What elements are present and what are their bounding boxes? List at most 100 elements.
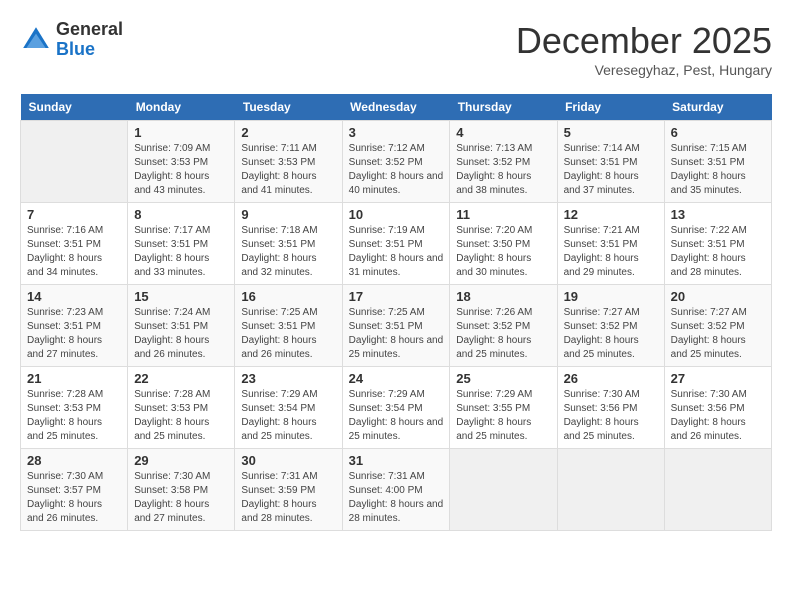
day-info: Sunrise: 7:23 AMSunset: 3:51 PMDaylight:…: [27, 306, 121, 362]
calendar-cell: 14 Sunrise: 7:23 AMSunset: 3:51 PMDayligh…: [21, 285, 128, 367]
calendar-cell: [557, 449, 664, 531]
day-number: 11: [456, 207, 550, 222]
day-info: Sunrise: 7:25 AMSunset: 3:51 PMDaylight:…: [349, 306, 444, 362]
calendar-cell: 1 Sunrise: 7:09 AMSunset: 3:53 PMDaylight…: [128, 121, 235, 203]
logo: General Blue: [20, 20, 123, 60]
day-info: Sunrise: 7:14 AMSunset: 3:51 PMDaylight:…: [564, 142, 658, 198]
day-info: Sunrise: 7:29 AMSunset: 3:54 PMDaylight:…: [241, 388, 335, 444]
logo-general: General: [56, 20, 123, 40]
calendar-cell: 29 Sunrise: 7:30 AMSunset: 3:58 PMDayligh…: [128, 449, 235, 531]
day-number: 21: [27, 371, 121, 386]
calendar-week-row: 7Sunrise: 7:16 AMSunset: 3:51 PMDaylight…: [21, 203, 772, 285]
day-number: 5: [564, 125, 658, 140]
day-info: Sunrise: 7:25 AMSunset: 3:51 PMDaylight:…: [241, 306, 335, 362]
page-header: General Blue December 2025 Veresegyhaz, …: [20, 20, 772, 78]
day-number: 13: [671, 207, 765, 222]
weekday-header: Thursday: [450, 94, 557, 121]
title-block: December 2025 Veresegyhaz, Pest, Hungary: [516, 20, 772, 78]
weekday-header: Tuesday: [235, 94, 342, 121]
day-info: Sunrise: 7:27 AMSunset: 3:52 PMDaylight:…: [671, 306, 765, 362]
calendar-cell: 30Sunrise: 7:31 AMSunset: 3:59 PMDayligh…: [235, 449, 342, 531]
day-number: 24: [349, 371, 444, 386]
day-number: 14: [27, 289, 121, 304]
day-number: 27: [671, 371, 765, 386]
calendar-week-row: 21 Sunrise: 7:28 AMSunset: 3:53 PMDayligh…: [21, 367, 772, 449]
calendar-cell: 26Sunrise: 7:30 AMSunset: 3:56 PMDayligh…: [557, 367, 664, 449]
calendar-cell: 18 Sunrise: 7:26 AMSunset: 3:52 PMDayligh…: [450, 285, 557, 367]
day-number: 6: [671, 125, 765, 140]
day-info: Sunrise: 7:30 AMSunset: 3:56 PMDaylight:…: [564, 388, 658, 444]
calendar-cell: 12Sunrise: 7:21 AMSunset: 3:51 PMDayligh…: [557, 203, 664, 285]
calendar-cell: 4Sunrise: 7:13 AMSunset: 3:52 PMDaylight…: [450, 121, 557, 203]
day-info: Sunrise: 7:18 AMSunset: 3:51 PMDaylight:…: [241, 224, 335, 280]
calendar-cell: 5 Sunrise: 7:14 AMSunset: 3:51 PMDaylight…: [557, 121, 664, 203]
day-number: 19: [564, 289, 658, 304]
day-info: Sunrise: 7:29 AMSunset: 3:55 PMDaylight:…: [456, 388, 550, 444]
day-info: Sunrise: 7:27 AMSunset: 3:52 PMDaylight:…: [564, 306, 658, 362]
day-info: Sunrise: 7:30 AMSunset: 3:58 PMDaylight:…: [134, 470, 228, 526]
calendar-table: SundayMondayTuesdayWednesdayThursdayFrid…: [20, 94, 772, 531]
calendar-cell: 8 Sunrise: 7:17 AMSunset: 3:51 PMDaylight…: [128, 203, 235, 285]
calendar-cell: 22Sunrise: 7:28 AMSunset: 3:53 PMDayligh…: [128, 367, 235, 449]
day-info: Sunrise: 7:28 AMSunset: 3:53 PMDaylight:…: [27, 388, 121, 444]
day-info: Sunrise: 7:29 AMSunset: 3:54 PMDaylight:…: [349, 388, 444, 444]
weekday-header: Friday: [557, 94, 664, 121]
calendar-cell: 20 Sunrise: 7:27 AMSunset: 3:52 PMDayligh…: [664, 285, 771, 367]
day-info: Sunrise: 7:22 AMSunset: 3:51 PMDaylight:…: [671, 224, 765, 280]
day-number: 23: [241, 371, 335, 386]
location-subtitle: Veresegyhaz, Pest, Hungary: [516, 62, 772, 78]
day-info: Sunrise: 7:31 AMSunset: 4:00 PMDaylight:…: [349, 470, 444, 526]
day-number: 8: [134, 207, 228, 222]
day-number: 4: [456, 125, 550, 140]
logo-text: General Blue: [56, 20, 123, 60]
day-number: 10: [349, 207, 444, 222]
day-number: 3: [349, 125, 444, 140]
day-info: Sunrise: 7:09 AMSunset: 3:53 PMDaylight:…: [134, 142, 228, 198]
day-number: 30: [241, 453, 335, 468]
day-number: 9: [241, 207, 335, 222]
day-info: Sunrise: 7:17 AMSunset: 3:51 PMDaylight:…: [134, 224, 228, 280]
day-info: Sunrise: 7:26 AMSunset: 3:52 PMDaylight:…: [456, 306, 550, 362]
day-info: Sunrise: 7:24 AMSunset: 3:51 PMDaylight:…: [134, 306, 228, 362]
day-number: 28: [27, 453, 121, 468]
calendar-cell: 24 Sunrise: 7:29 AMSunset: 3:54 PMDayligh…: [342, 367, 450, 449]
day-number: 20: [671, 289, 765, 304]
weekday-header: Monday: [128, 94, 235, 121]
calendar-cell: 27Sunrise: 7:30 AMSunset: 3:56 PMDayligh…: [664, 367, 771, 449]
weekday-header: Wednesday: [342, 94, 450, 121]
day-number: 22: [134, 371, 228, 386]
day-info: Sunrise: 7:12 AMSunset: 3:52 PMDaylight:…: [349, 142, 444, 198]
day-number: 16: [241, 289, 335, 304]
day-number: 7: [27, 207, 121, 222]
calendar-cell: 28 Sunrise: 7:30 AMSunset: 3:57 PMDayligh…: [21, 449, 128, 531]
calendar-cell: 7Sunrise: 7:16 AMSunset: 3:51 PMDaylight…: [21, 203, 128, 285]
day-info: Sunrise: 7:15 AMSunset: 3:51 PMDaylight:…: [671, 142, 765, 198]
calendar-cell: 31Sunrise: 7:31 AMSunset: 4:00 PMDayligh…: [342, 449, 450, 531]
calendar-cell: 19 Sunrise: 7:27 AMSunset: 3:52 PMDayligh…: [557, 285, 664, 367]
calendar-cell: 9 Sunrise: 7:18 AMSunset: 3:51 PMDaylight…: [235, 203, 342, 285]
day-number: 17: [349, 289, 444, 304]
calendar-cell: 10 Sunrise: 7:19 AMSunset: 3:51 PMDayligh…: [342, 203, 450, 285]
day-number: 25: [456, 371, 550, 386]
logo-icon: [20, 24, 52, 56]
calendar-cell: 16 Sunrise: 7:25 AMSunset: 3:51 PMDayligh…: [235, 285, 342, 367]
day-number: 18: [456, 289, 550, 304]
calendar-cell: 3 Sunrise: 7:12 AMSunset: 3:52 PMDaylight…: [342, 121, 450, 203]
calendar-cell: [450, 449, 557, 531]
day-info: Sunrise: 7:30 AMSunset: 3:57 PMDaylight:…: [27, 470, 121, 526]
day-info: Sunrise: 7:11 AMSunset: 3:53 PMDaylight:…: [241, 142, 335, 198]
day-info: Sunrise: 7:19 AMSunset: 3:51 PMDaylight:…: [349, 224, 444, 280]
calendar-cell: [664, 449, 771, 531]
calendar-cell: 13 Sunrise: 7:22 AMSunset: 3:51 PMDayligh…: [664, 203, 771, 285]
calendar-week-row: 1 Sunrise: 7:09 AMSunset: 3:53 PMDaylight…: [21, 121, 772, 203]
calendar-cell: 25 Sunrise: 7:29 AMSunset: 3:55 PMDayligh…: [450, 367, 557, 449]
calendar-cell: 2Sunrise: 7:11 AMSunset: 3:53 PMDaylight…: [235, 121, 342, 203]
calendar-week-row: 14 Sunrise: 7:23 AMSunset: 3:51 PMDayligh…: [21, 285, 772, 367]
day-number: 29: [134, 453, 228, 468]
calendar-cell: 15Sunrise: 7:24 AMSunset: 3:51 PMDayligh…: [128, 285, 235, 367]
day-info: Sunrise: 7:20 AMSunset: 3:50 PMDaylight:…: [456, 224, 550, 280]
month-title: December 2025: [516, 20, 772, 62]
day-number: 1: [134, 125, 228, 140]
day-info: Sunrise: 7:21 AMSunset: 3:51 PMDaylight:…: [564, 224, 658, 280]
calendar-cell: 6 Sunrise: 7:15 AMSunset: 3:51 PMDaylight…: [664, 121, 771, 203]
